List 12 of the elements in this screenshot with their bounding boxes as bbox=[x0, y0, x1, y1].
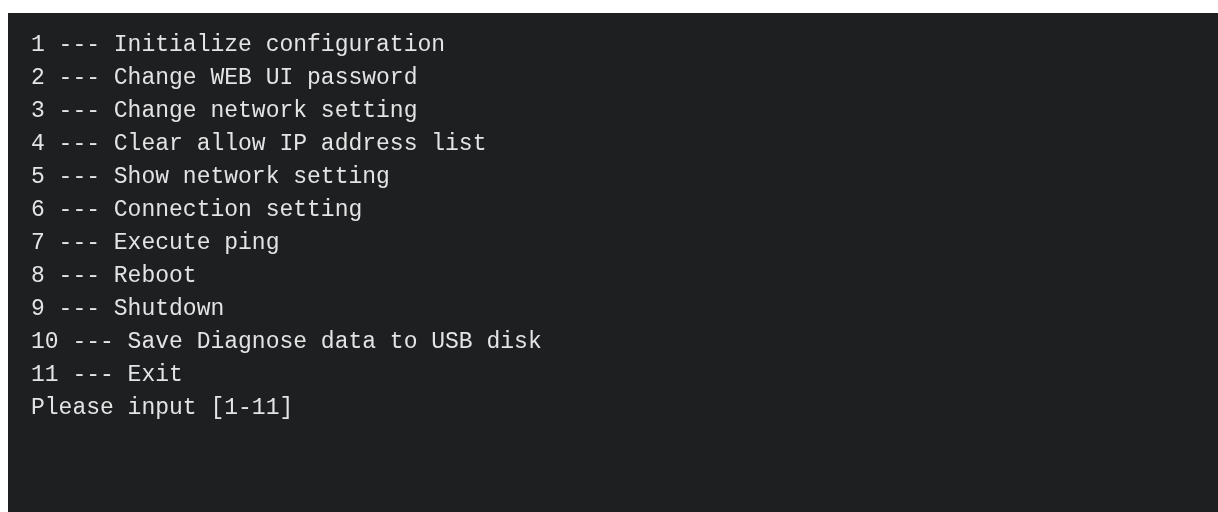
menu-option: 4 --- Clear allow IP address list bbox=[31, 128, 487, 161]
menu-option: 1 --- Initialize configuration bbox=[31, 29, 446, 62]
menu-option: 10 --- Save Diagnose data to USB disk bbox=[31, 326, 542, 359]
menu-option: 5 --- Show network setting bbox=[31, 161, 390, 194]
menu-option: 11 --- Exit bbox=[31, 359, 183, 392]
menu-option: 2 --- Change WEB UI password bbox=[31, 62, 418, 95]
menu-option: 3 --- Change network setting bbox=[31, 95, 418, 128]
menu-option: 6 --- Connection setting bbox=[31, 194, 363, 227]
input-prompt: Please input [1-11] bbox=[31, 394, 294, 423]
menu-option: 9 --- Shutdown bbox=[31, 293, 225, 326]
menu-option: 8 --- Reboot bbox=[31, 260, 197, 293]
menu-option: 7 --- Execute ping bbox=[31, 227, 280, 260]
